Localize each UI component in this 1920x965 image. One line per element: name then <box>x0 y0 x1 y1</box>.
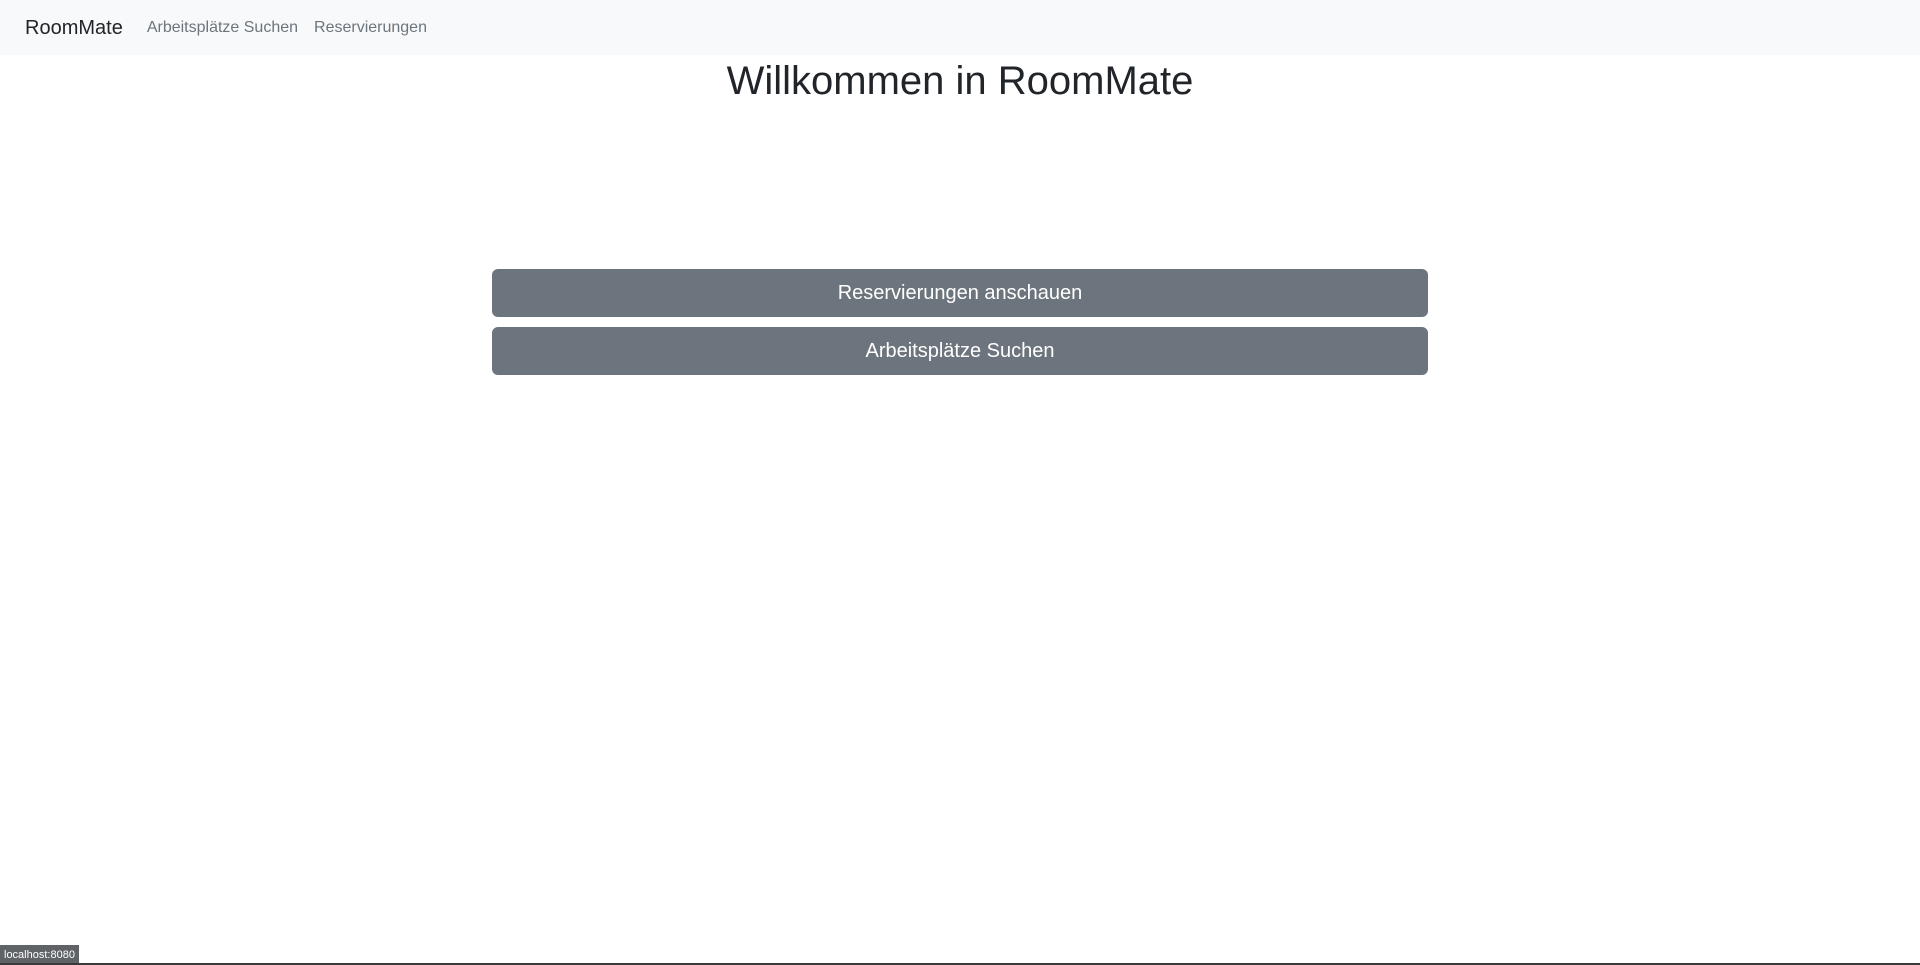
page-title: Willkommen in RoomMate <box>726 59 1194 103</box>
navbar: RoomMate Arbeitsplätze Suchen Reservieru… <box>0 0 1920 55</box>
nav-link-reservierungen[interactable]: Reservierungen <box>314 19 427 36</box>
view-reservations-button[interactable]: Reservierungen anschauen <box>492 269 1428 317</box>
brand-link[interactable]: RoomMate <box>25 18 123 38</box>
search-workspaces-button[interactable]: Arbeitsplätze Suchen <box>492 327 1428 375</box>
status-bar-url: localhost:8080 <box>0 945 79 965</box>
nav-link-arbeitsplaetze-suchen[interactable]: Arbeitsplätze Suchen <box>147 19 298 36</box>
